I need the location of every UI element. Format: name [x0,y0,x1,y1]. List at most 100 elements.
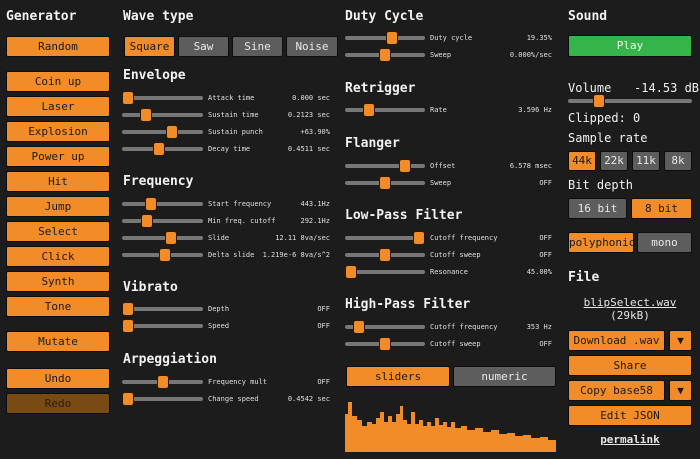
lowpass-cutoff-frequency-slider[interactable] [345,231,425,245]
duty-sweep-slider[interactable] [345,48,425,62]
retrigger-rate-slider[interactable] [345,103,425,117]
generator-tone-button[interactable]: Tone [6,296,110,317]
numeric-view-button[interactable]: numeric [453,366,556,387]
duty-duty-cycle-knob[interactable] [385,31,398,45]
vibrato-speed-track [122,324,203,328]
generator-mutate-button[interactable]: Mutate [6,331,110,352]
volume-knob[interactable] [592,94,605,108]
lowpass-resonance-knob[interactable] [345,265,357,279]
arpeggiation-change-speed-track [122,397,203,401]
frequency-slide-slider[interactable] [122,231,203,245]
lowpass-cutoff-frequency-knob[interactable] [413,231,425,245]
wave-sine-button[interactable]: Sine [232,36,283,57]
lowpass-cutoff-sweep-knob[interactable] [379,248,391,262]
duty-cycle-heading: Duty Cycle [345,9,424,24]
highpass-cutoff-sweep-slider[interactable] [345,337,425,351]
arpeggiation-change-speed-knob[interactable] [122,392,134,406]
generator-undo-button[interactable]: Undo [6,368,110,389]
duty-sweep-knob[interactable] [379,48,391,62]
share-button[interactable]: Share [568,355,692,376]
envelope-sustain-time-slider[interactable] [122,108,203,122]
envelope-sustain-punch-knob[interactable] [166,125,179,139]
sample-rate-44k-button[interactable]: 44k [568,151,596,171]
envelope-heading: Envelope [123,68,186,83]
frequency-delta-slide-label: Delta slide [208,251,255,259]
frequency-delta-slide-slider[interactable] [122,248,203,262]
generator-click-button[interactable]: Click [6,246,110,267]
flanger-sweep-knob[interactable] [379,176,391,190]
copy-base58-button[interactable]: Copy base58 [568,380,665,401]
chevron-down-icon: ▼ [677,334,684,347]
volume-label: Volume [568,81,612,95]
download-wav-button[interactable]: Download .wav [568,330,665,351]
frequency-start-frequency-slider[interactable] [122,197,203,211]
polyphonic-button[interactable]: polyphonic [568,232,634,253]
wave-noise-button[interactable]: Noise [286,36,338,57]
lowpass-resonance-slider[interactable] [345,265,425,279]
lowpass-cutoff-frequency-label: Cutoff frequency [430,234,498,242]
download-dropdown-button[interactable]: ▼ [669,330,692,351]
bit-depth-8-button[interactable]: 8 bit [631,198,692,219]
arpeggiation-frequency-mult-knob[interactable] [156,375,169,389]
vibrato-speed-slider[interactable] [122,319,203,333]
duty-duty-cycle-slider[interactable] [345,31,425,45]
vibrato-depth-knob[interactable] [122,302,134,316]
sample-rate-22k-button[interactable]: 22k [600,151,628,171]
envelope-attack-time-knob[interactable] [122,91,134,105]
volume-slider[interactable] [568,94,692,108]
envelope-attack-time-slider[interactable] [122,91,203,105]
sample-rate-11k-button[interactable]: 11k [632,151,660,171]
envelope-sustain-time-knob[interactable] [139,108,152,122]
generator-coin-up-button[interactable]: Coin up [6,71,110,92]
frequency-start-frequency-knob[interactable] [145,197,158,211]
wave-square-button[interactable]: Square [124,36,175,57]
flanger-heading: Flanger [345,136,400,151]
arpeggiation-frequency-mult-slider[interactable] [122,375,203,389]
lowpass-cutoff-sweep-value: OFF [539,251,552,259]
generator-redo-button[interactable]: Redo [6,393,110,414]
flanger-offset-knob[interactable] [399,159,412,173]
generator-laser-button[interactable]: Laser [6,96,110,117]
frequency-min-freq-cutoff-slider[interactable] [122,214,203,228]
lowpass-resonance-value: 45.00% [526,268,552,276]
mono-button[interactable]: mono [637,232,692,253]
envelope-sustain-punch-slider[interactable] [122,125,203,139]
highpass-cutoff-frequency-knob[interactable] [353,320,366,334]
arpeggiation-change-speed-value: 0.4542 sec [287,395,330,403]
lowpass-resonance-label: Resonance [430,268,468,276]
arpeggiation-change-speed-slider[interactable] [122,392,203,406]
generator-explosion-button[interactable]: Explosion [6,121,110,142]
generator-jump-button[interactable]: Jump [6,196,110,217]
generator-random-button[interactable]: Random [6,36,110,57]
vibrato-depth-value: OFF [317,305,330,313]
generator-hit-button[interactable]: Hit [6,171,110,192]
envelope-attack-time-track [122,96,203,100]
play-button[interactable]: Play [568,35,692,57]
highpass-cutoff-frequency-slider[interactable] [345,320,425,334]
envelope-decay-time-slider[interactable] [122,142,203,156]
permalink-link[interactable]: permalink [568,433,692,446]
sample-rate-8k-button[interactable]: 8k [664,151,692,171]
filename-link[interactable]: blipSelect.wav [568,296,692,309]
retrigger-rate-knob[interactable] [363,103,376,117]
generator-select-button[interactable]: Select [6,221,110,242]
frequency-slide-knob[interactable] [164,231,177,245]
frequency-delta-slide-knob[interactable] [158,248,171,262]
generator-power-up-button[interactable]: Power up [6,146,110,167]
volume-value: -14.53 dB [634,81,700,95]
sliders-view-button[interactable]: sliders [346,366,450,387]
lowpass-cutoff-sweep-slider[interactable] [345,248,425,262]
frequency-min-freq-cutoff-knob[interactable] [140,214,153,228]
vibrato-speed-value: OFF [317,322,330,330]
vibrato-depth-slider[interactable] [122,302,203,316]
flanger-sweep-slider[interactable] [345,176,425,190]
wave-saw-button[interactable]: Saw [178,36,229,57]
envelope-decay-time-knob[interactable] [153,142,166,156]
edit-json-button[interactable]: Edit JSON [568,405,692,426]
vibrato-speed-knob[interactable] [122,319,134,333]
generator-synth-button[interactable]: Synth [6,271,110,292]
flanger-offset-slider[interactable] [345,159,425,173]
highpass-cutoff-sweep-knob[interactable] [379,337,391,351]
copy-dropdown-button[interactable]: ▼ [669,380,692,401]
bit-depth-16-button[interactable]: 16 bit [568,198,627,219]
